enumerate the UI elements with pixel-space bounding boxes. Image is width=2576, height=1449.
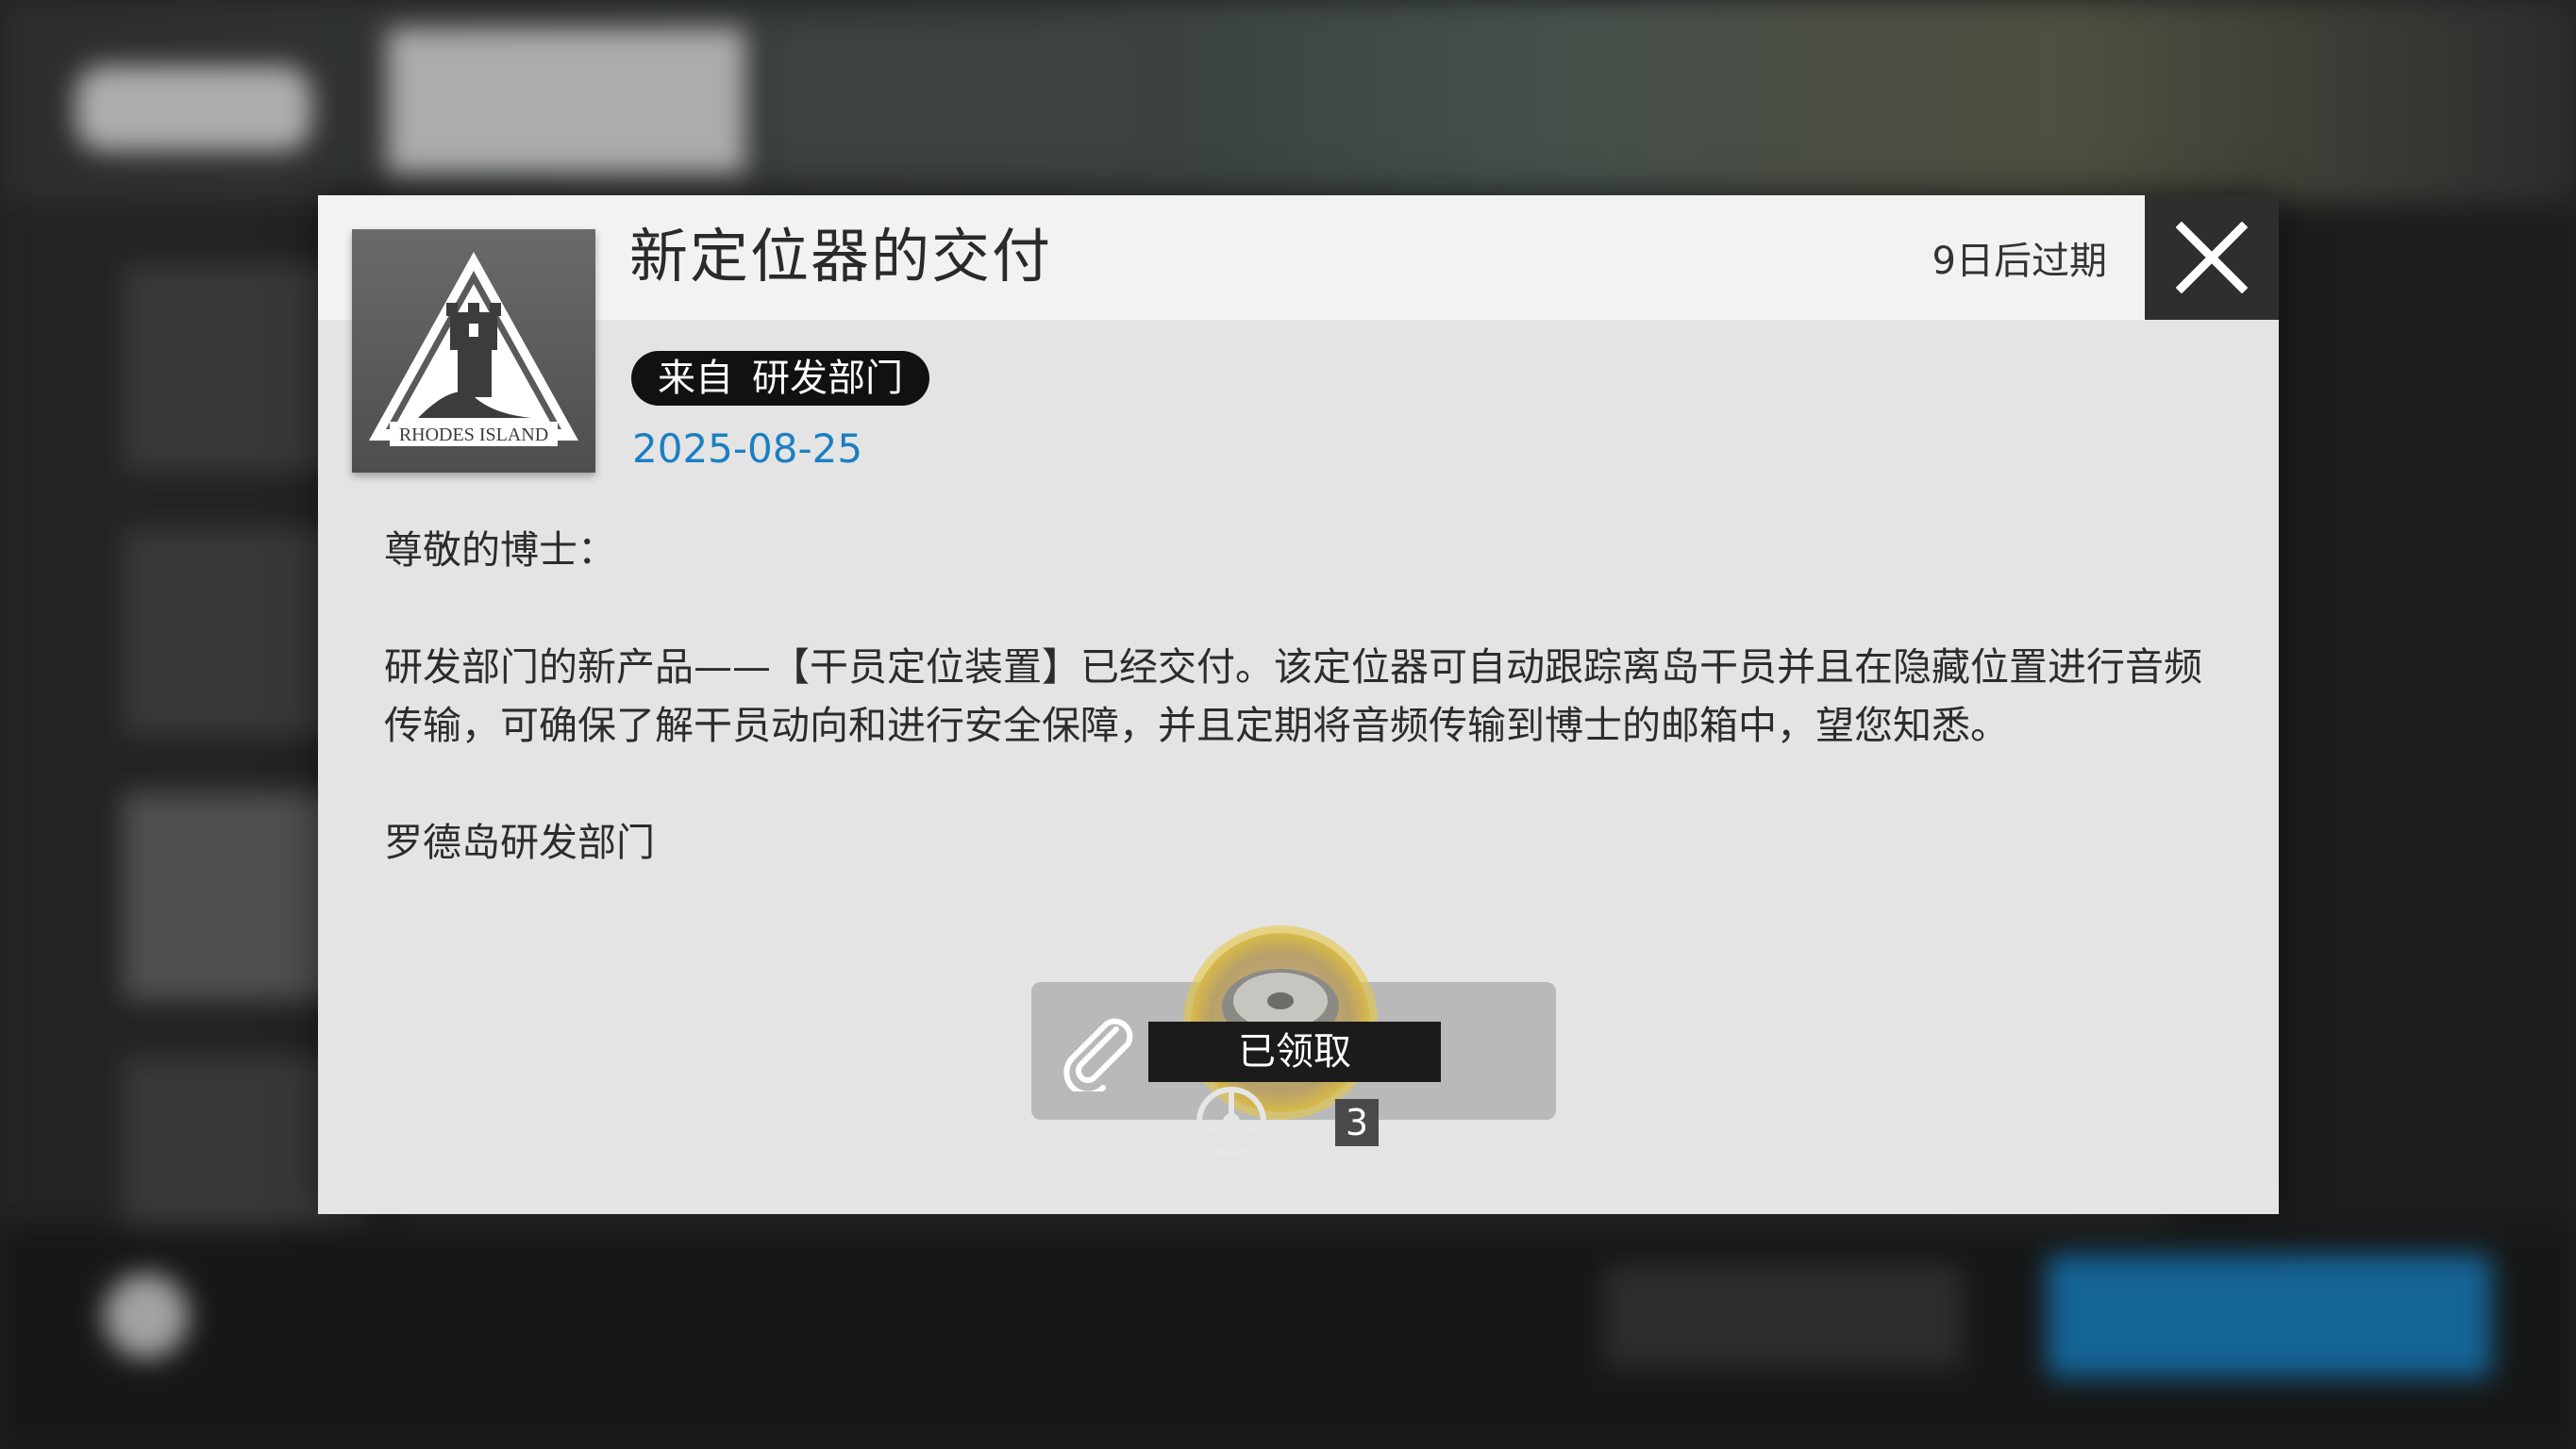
expiry-label: 9日后过期 bbox=[1932, 240, 2107, 283]
mail-dialog: RHODES ISLAND 新定位器的交付 9日后过期 来自 研发部门 2025-… bbox=[318, 195, 2279, 1214]
rhodes-island-logo: RHODES ISLAND bbox=[369, 252, 578, 446]
logo-text: RHODES ISLAND bbox=[399, 425, 548, 445]
sender-logo: RHODES ISLAND bbox=[352, 229, 595, 473]
reward-quantity: 3 bbox=[1335, 1099, 1379, 1146]
mail-paragraph: 研发部门的新产品——【干员定位装置】已经交付。该定位器可自动跟踪离岛干员并且在隐… bbox=[384, 644, 2202, 748]
sender-prefix: 来自 bbox=[658, 357, 733, 400]
paperclip-icon bbox=[1063, 1018, 1133, 1091]
mail-greeting: 尊敬的博士： bbox=[384, 527, 616, 573]
mail-date: 2025-08-25 bbox=[632, 425, 863, 472]
mail-title: 新定位器的交付 bbox=[629, 222, 1053, 291]
close-icon bbox=[2176, 222, 2248, 293]
mail-signature: 罗德岛研发部门 bbox=[384, 820, 655, 865]
close-button[interactable] bbox=[2145, 195, 2279, 320]
mail-body: 尊敬的博士： 研发部门的新产品——【干员定位装置】已经交付。该定位器可自动跟踪离… bbox=[384, 521, 2224, 872]
sender-name: 研发部门 bbox=[752, 357, 903, 400]
sender-badge: 来自 研发部门 bbox=[631, 351, 929, 406]
refresh-icon bbox=[1196, 1087, 1266, 1157]
claimed-label: 已领取 bbox=[1148, 1022, 1441, 1082]
